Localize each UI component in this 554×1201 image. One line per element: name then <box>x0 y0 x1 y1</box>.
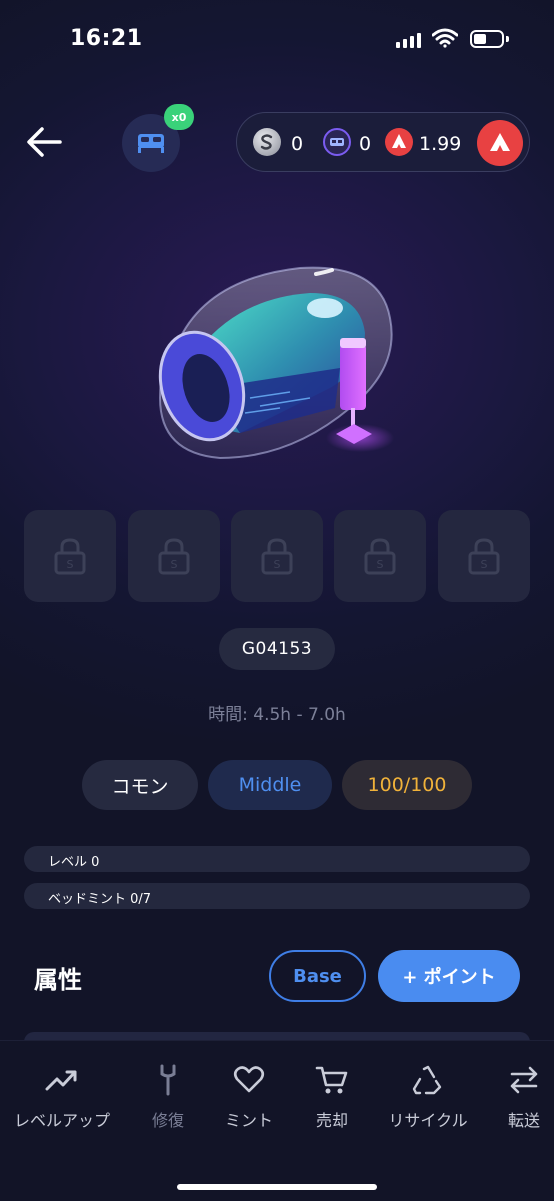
nav-repair-label: 修復 <box>151 1111 184 1130</box>
class-tag: Middle <box>208 760 332 810</box>
level-label: レベル 0 <box>48 855 100 870</box>
sleep-token-icon <box>253 128 281 156</box>
arrow-left-icon <box>27 127 62 157</box>
nav-mint[interactable]: ミント <box>220 1063 278 1131</box>
nav-transfer-label: 転送 <box>507 1111 540 1130</box>
durability-tag: 100/100 <box>342 760 472 810</box>
bedmint-label: ベッドミント 0/7 <box>48 892 152 907</box>
locked-socket-5[interactable]: S <box>438 510 530 602</box>
wifi-icon <box>431 28 459 52</box>
nav-recycle-label: リサイクル <box>388 1111 468 1130</box>
rarity-tag: コモン <box>82 760 198 810</box>
nav-recycle[interactable]: リサイクル <box>384 1063 472 1131</box>
locked-socket-4[interactable]: S <box>334 510 426 602</box>
wrench-icon <box>151 1063 185 1097</box>
recycle-icon <box>411 1063 445 1097</box>
home-indicator <box>177 1184 377 1190</box>
token-id-badge: G04153 <box>219 628 335 670</box>
svg-text:S: S <box>67 558 74 571</box>
bottom-action-bar: レベルアップ 修復 ミント 売却 リサイクル 転送 <box>0 1040 554 1201</box>
lock-icon: S <box>54 538 86 575</box>
sleep-token-balance: 0 <box>291 133 304 155</box>
cell-signal-icon <box>396 32 421 48</box>
back-button[interactable] <box>24 124 64 160</box>
bed-count-badge: x0 <box>164 104 194 130</box>
bed-token-icon <box>323 128 351 156</box>
locked-socket-3[interactable]: S <box>231 510 323 602</box>
nav-level-up-label: レベルアップ <box>13 1111 110 1130</box>
status-time: 16:21 <box>70 26 143 51</box>
add-point-button[interactable]: + ポイント <box>378 950 520 1002</box>
lock-icon: S <box>261 538 293 575</box>
bed-nft-artwork <box>150 258 410 468</box>
level-progress-bar: レベル 0 <box>24 846 530 872</box>
avax-logo-icon <box>490 133 510 151</box>
svg-text:S: S <box>274 558 281 571</box>
svg-text:S: S <box>171 558 178 571</box>
battery-cap <box>506 36 509 42</box>
lock-icon: S <box>364 538 396 575</box>
base-toggle-button[interactable]: Base <box>269 950 366 1002</box>
trend-up-icon <box>45 1063 79 1097</box>
nav-repair[interactable]: 修復 <box>140 1063 196 1131</box>
avax-icon <box>385 128 413 156</box>
bed-token-balance: 0 <box>359 133 372 155</box>
locked-socket-1[interactable]: S <box>24 510 116 602</box>
avax-balance: 1.99 <box>419 133 462 155</box>
nav-sell[interactable]: 売却 <box>304 1063 360 1131</box>
heart-icon <box>232 1063 266 1097</box>
battery-icon <box>470 30 504 48</box>
nav-transfer[interactable]: 転送 <box>496 1063 552 1131</box>
bed-icon <box>138 134 164 153</box>
bedmint-progress-bar: ベッドミント 0/7 <box>24 883 530 909</box>
sleep-time-range: 時間: 4.5h - 7.0h <box>208 705 346 725</box>
transfer-icon <box>507 1063 541 1097</box>
lock-icon: S <box>468 538 500 575</box>
attributes-title: 属性 <box>34 966 82 994</box>
nav-level-up[interactable]: レベルアップ <box>10 1063 114 1131</box>
nav-mint-label: ミント <box>224 1111 273 1130</box>
avax-wallet-button[interactable] <box>477 120 523 166</box>
svg-text:S: S <box>377 558 384 571</box>
svg-text:S: S <box>481 558 488 571</box>
locked-socket-2[interactable]: S <box>128 510 220 602</box>
nav-sell-label: 売却 <box>315 1111 348 1130</box>
lock-icon: S <box>158 538 190 575</box>
wallet-balances: 0 0 1.99 <box>236 112 530 172</box>
cart-icon <box>315 1063 349 1097</box>
